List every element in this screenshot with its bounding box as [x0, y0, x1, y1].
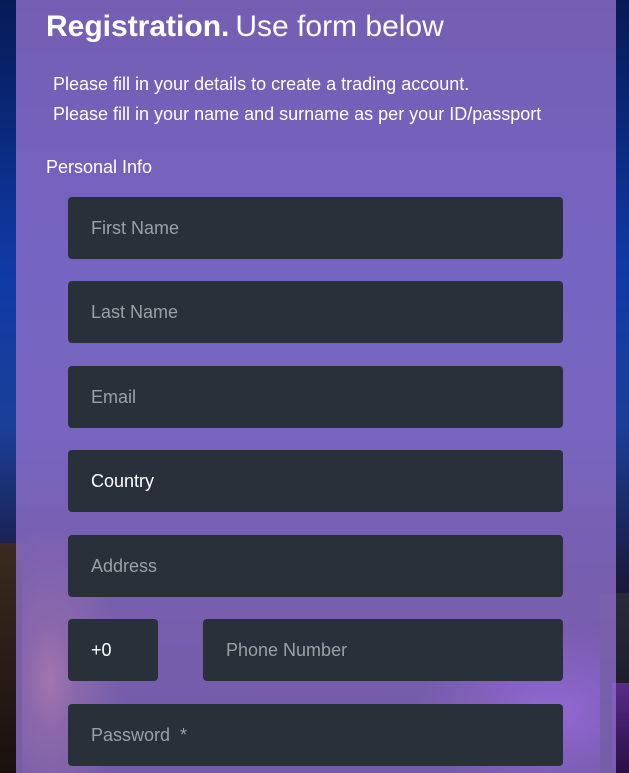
intro-text-line-2: Please fill in your name and surname as … [53, 104, 542, 124]
email-input[interactable] [68, 366, 563, 428]
country-select[interactable]: Country [68, 450, 563, 512]
password-input[interactable] [68, 704, 563, 766]
phone-code-select[interactable]: +0 [68, 619, 158, 681]
page-background: Registration. Use form below Please fill … [0, 0, 629, 773]
page-title-bold: Registration. [46, 10, 230, 43]
country-select-value: Country [91, 470, 155, 491]
address-input[interactable] [68, 535, 563, 597]
first-name-input[interactable] [68, 197, 563, 259]
phone-code-value: +0 [91, 639, 112, 660]
last-name-input[interactable] [68, 281, 563, 343]
intro-text-line-1: Please fill in your details to create a … [53, 74, 470, 94]
page-title: Registration. Use form below [46, 8, 444, 46]
phone-number-input[interactable] [203, 619, 563, 681]
section-label-personal-info: Personal Info [46, 157, 153, 177]
page-title-rest: Use form below [235, 10, 444, 43]
